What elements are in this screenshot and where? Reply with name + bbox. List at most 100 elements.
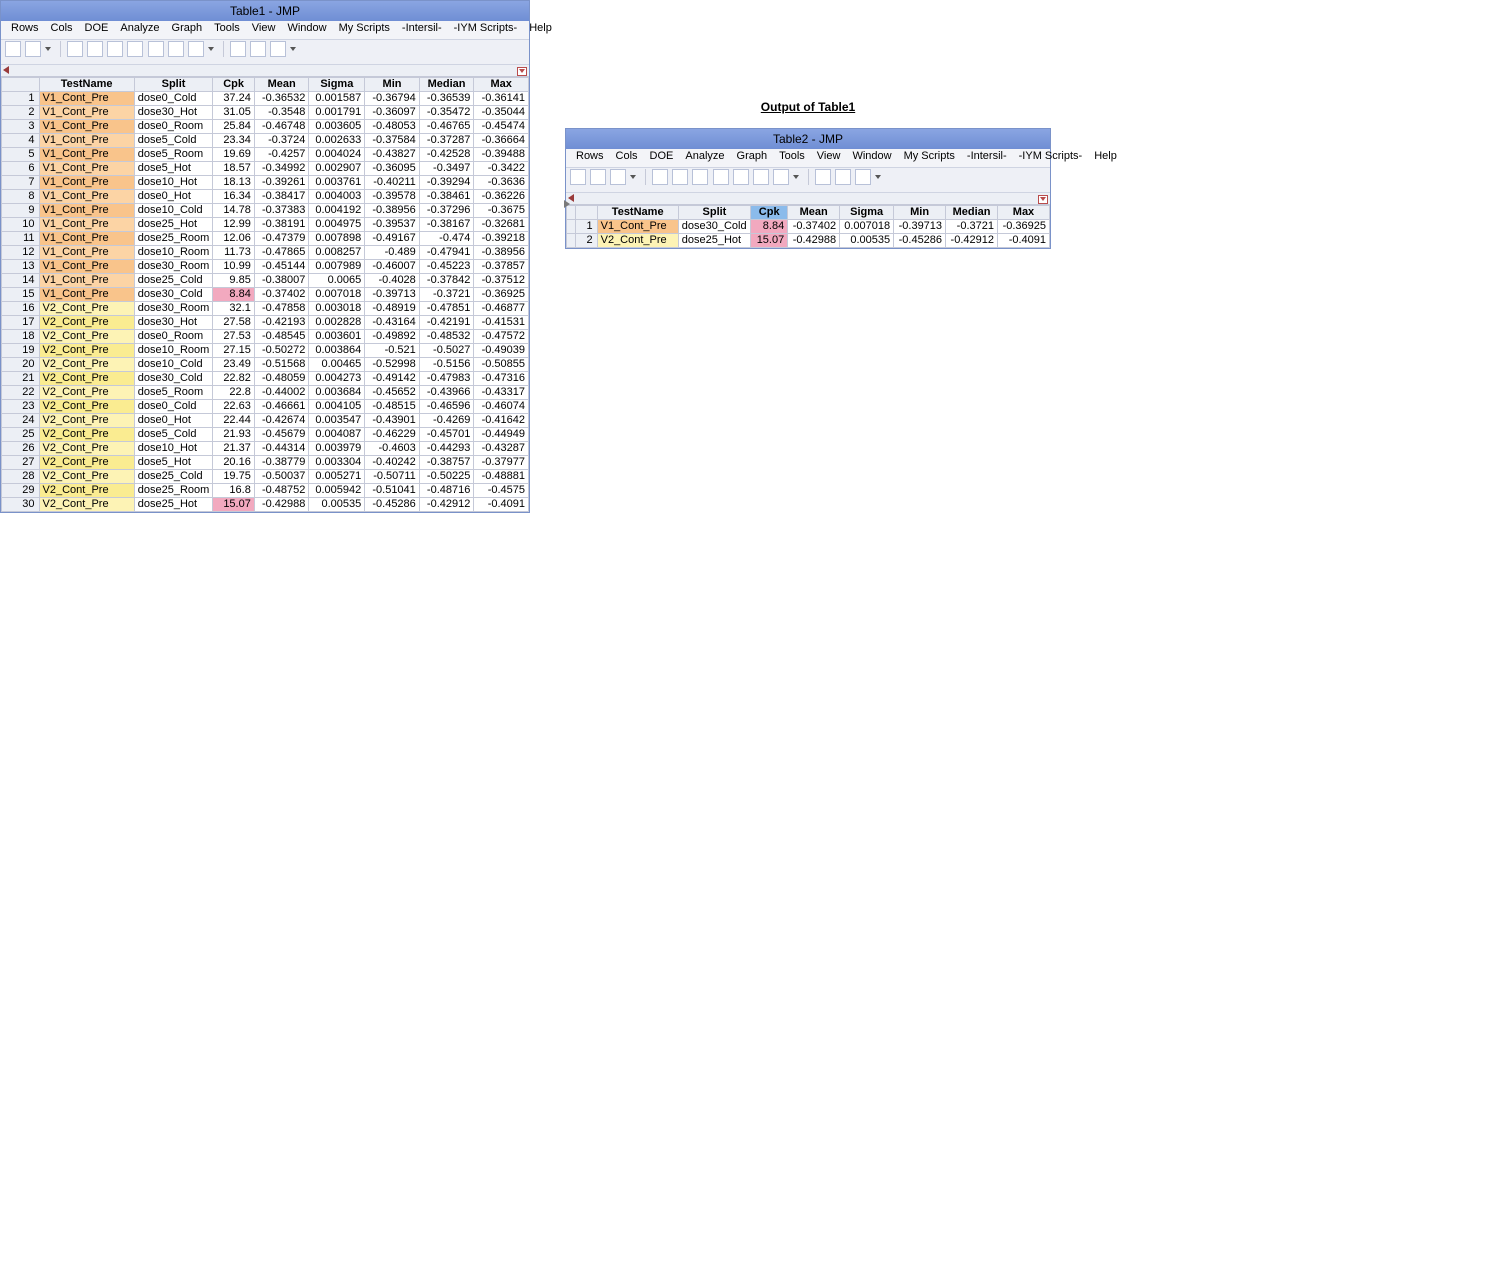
cell[interactable]: -0.40242: [365, 456, 420, 470]
cell[interactable]: 0.002633: [309, 134, 365, 148]
cell[interactable]: -0.51568: [254, 358, 309, 372]
menu-item[interactable]: View: [246, 21, 282, 35]
cell[interactable]: -0.44314: [254, 442, 309, 456]
row-number[interactable]: 19: [2, 344, 40, 358]
cell[interactable]: -0.36539: [419, 92, 474, 106]
cell[interactable]: -0.46748: [254, 120, 309, 134]
cell[interactable]: dose5_Hot: [134, 456, 213, 470]
row-number[interactable]: 15: [2, 288, 40, 302]
row-number[interactable]: 11: [2, 232, 40, 246]
cell[interactable]: 22.44: [213, 414, 255, 428]
cell[interactable]: -0.42674: [254, 414, 309, 428]
menu-item[interactable]: Rows: [570, 149, 610, 163]
cell[interactable]: dose0_Cold: [134, 92, 213, 106]
table-row[interactable]: 30V2_Cont_Predose25_Hot15.07-0.429880.00…: [2, 498, 529, 512]
cell[interactable]: -0.42528: [419, 148, 474, 162]
row-number[interactable]: 23: [2, 400, 40, 414]
tool-icon[interactable]: [250, 41, 266, 57]
cell[interactable]: 0.004087: [309, 428, 365, 442]
cell[interactable]: 0.003547: [309, 414, 365, 428]
column-header[interactable]: Sigma: [309, 78, 365, 92]
cell[interactable]: -0.51041: [365, 484, 420, 498]
cell[interactable]: V2_Cont_Pre: [39, 498, 134, 512]
cell[interactable]: 0.003864: [309, 344, 365, 358]
cell[interactable]: -0.48881: [474, 470, 529, 484]
cell[interactable]: 23.34: [213, 134, 255, 148]
cell[interactable]: 21.93: [213, 428, 255, 442]
cell[interactable]: -0.46877: [474, 302, 529, 316]
cell[interactable]: -0.47941: [419, 246, 474, 260]
menu-item[interactable]: My Scripts: [333, 21, 396, 35]
row-number[interactable]: 13: [2, 260, 40, 274]
cell[interactable]: 32.1: [213, 302, 255, 316]
cell[interactable]: -0.3721: [946, 220, 998, 234]
cell[interactable]: 0.003684: [309, 386, 365, 400]
cell[interactable]: 19.75: [213, 470, 255, 484]
table-row[interactable]: 21V2_Cont_Predose30_Cold22.82-0.480590.0…: [2, 372, 529, 386]
row-number[interactable]: 29: [2, 484, 40, 498]
row-number[interactable]: 7: [2, 176, 40, 190]
copy-icon[interactable]: [5, 41, 21, 57]
cell[interactable]: 27.53: [213, 330, 255, 344]
row-number[interactable]: 4: [2, 134, 40, 148]
cell[interactable]: -0.35472: [419, 106, 474, 120]
cell[interactable]: 27.58: [213, 316, 255, 330]
cell[interactable]: dose30_Cold: [134, 288, 213, 302]
cell[interactable]: -0.36532: [254, 92, 309, 106]
cell[interactable]: V1_Cont_Pre: [39, 106, 134, 120]
table-row[interactable]: 9V1_Cont_Predose10_Cold14.78-0.373830.00…: [2, 204, 529, 218]
cell[interactable]: -0.41642: [474, 414, 529, 428]
cell[interactable]: 16.8: [213, 484, 255, 498]
table-row[interactable]: 16V2_Cont_Predose30_Room32.1-0.478580.00…: [2, 302, 529, 316]
cell[interactable]: -0.44949: [474, 428, 529, 442]
cell[interactable]: dose25_Hot: [134, 498, 213, 512]
cell[interactable]: dose10_Hot: [134, 176, 213, 190]
column-header[interactable]: Median: [419, 78, 474, 92]
column-header[interactable]: Max: [997, 206, 1049, 220]
cell[interactable]: -0.46229: [365, 428, 420, 442]
cell[interactable]: -0.42193: [254, 316, 309, 330]
cell[interactable]: -0.45701: [419, 428, 474, 442]
cell[interactable]: -0.5027: [419, 344, 474, 358]
cell[interactable]: -0.34992: [254, 162, 309, 176]
cell[interactable]: -0.46007: [365, 260, 420, 274]
cell[interactable]: 31.05: [213, 106, 255, 120]
menu-item[interactable]: DOE: [79, 21, 115, 35]
cell[interactable]: 10.99: [213, 260, 255, 274]
cell[interactable]: -0.36141: [474, 92, 529, 106]
table-row[interactable]: 27V2_Cont_Predose5_Hot20.16-0.387790.003…: [2, 456, 529, 470]
menu-item[interactable]: DOE: [644, 149, 680, 163]
cell[interactable]: -0.38191: [254, 218, 309, 232]
cell[interactable]: -0.36925: [997, 220, 1049, 234]
cell[interactable]: -0.43317: [474, 386, 529, 400]
column-header[interactable]: Split: [678, 206, 750, 220]
table-row[interactable]: 7V1_Cont_Predose10_Hot18.13-0.392610.003…: [2, 176, 529, 190]
cell[interactable]: -0.36794: [365, 92, 420, 106]
cell[interactable]: -0.43287: [474, 442, 529, 456]
cell[interactable]: -0.49142: [365, 372, 420, 386]
cell[interactable]: dose30_Room: [134, 302, 213, 316]
panel-divider[interactable]: [1, 65, 529, 77]
table-row[interactable]: 28V2_Cont_Predose25_Cold19.75-0.500370.0…: [2, 470, 529, 484]
corner-cell[interactable]: [2, 78, 40, 92]
cell[interactable]: -0.36664: [474, 134, 529, 148]
cell[interactable]: dose30_Hot: [134, 106, 213, 120]
cell[interactable]: 0.007018: [840, 220, 894, 234]
cell[interactable]: V2_Cont_Pre: [39, 400, 134, 414]
cell[interactable]: V1_Cont_Pre: [597, 220, 678, 234]
cell[interactable]: 0.007989: [309, 260, 365, 274]
cell[interactable]: 0.001791: [309, 106, 365, 120]
row-number[interactable]: 28: [2, 470, 40, 484]
table-row[interactable]: 3V1_Cont_Predose0_Room25.84-0.467480.003…: [2, 120, 529, 134]
cell[interactable]: V1_Cont_Pre: [39, 204, 134, 218]
dropdown-icon[interactable]: [208, 47, 214, 51]
row-number[interactable]: 26: [2, 442, 40, 456]
tool-icon[interactable]: [107, 41, 123, 57]
table-row[interactable]: 25V2_Cont_Predose5_Cold21.93-0.456790.00…: [2, 428, 529, 442]
column-header[interactable]: Min: [894, 206, 946, 220]
cell[interactable]: -0.39294: [419, 176, 474, 190]
cell[interactable]: -0.4091: [474, 498, 529, 512]
tool-icon[interactable]: [855, 169, 871, 185]
cell[interactable]: 0.003304: [309, 456, 365, 470]
cell[interactable]: -0.489: [365, 246, 420, 260]
